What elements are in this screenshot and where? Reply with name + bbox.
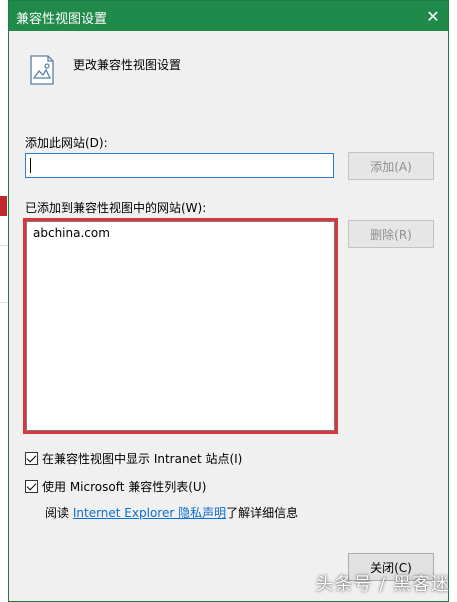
red-highlight-box <box>23 218 338 434</box>
add-button[interactable]: 添加(A) <box>348 152 434 180</box>
header-text: 更改兼容性视图设置 <box>73 58 182 72</box>
close-icon[interactable]: ✕ <box>418 1 448 31</box>
add-site-label: 添加此网站(D): <box>25 136 108 150</box>
text-caret <box>30 158 31 173</box>
microsoft-list-checkbox-row[interactable]: 使用 Microsoft 兼容性列表(U) <box>25 478 206 495</box>
intranet-checkbox[interactable] <box>25 452 38 465</box>
background-red-element <box>0 196 7 216</box>
add-site-input[interactable] <box>25 153 334 178</box>
privacy-statement-link[interactable]: Internet Explorer 隐私声明 <box>73 506 226 520</box>
privacy-suffix: 了解详细信息 <box>226 506 299 520</box>
microsoft-list-checkbox-label: 使用 Microsoft 兼容性列表(U) <box>42 480 207 494</box>
background-divider <box>0 302 8 303</box>
privacy-prefix: 阅读 <box>45 506 70 520</box>
intranet-checkbox-row[interactable]: 在兼容性视图中显示 Intranet 站点(I) <box>25 450 242 467</box>
image-document-icon <box>30 55 54 85</box>
background-divider <box>0 245 8 246</box>
added-sites-label: 已添加到兼容性视图中的网站(W): <box>25 201 207 215</box>
remove-button[interactable]: 删除(R) <box>348 220 434 248</box>
intranet-checkbox-label: 在兼容性视图中显示 Intranet 站点(I) <box>42 452 243 466</box>
privacy-line: 阅读 Internet Explorer 隐私声明了解详细信息 <box>45 504 298 521</box>
compatibility-view-dialog: 兼容性视图设置 ✕ 更改兼容性视图设置 添加此网站(D): 添加(A) 已添加到… <box>8 0 449 602</box>
title-bar: 兼容性视图设置 ✕ <box>9 1 448 31</box>
microsoft-list-checkbox[interactable] <box>25 480 38 493</box>
watermark: 头条号 / 黑客迷 <box>315 574 450 595</box>
dialog-title: 兼容性视图设置 <box>16 12 108 27</box>
